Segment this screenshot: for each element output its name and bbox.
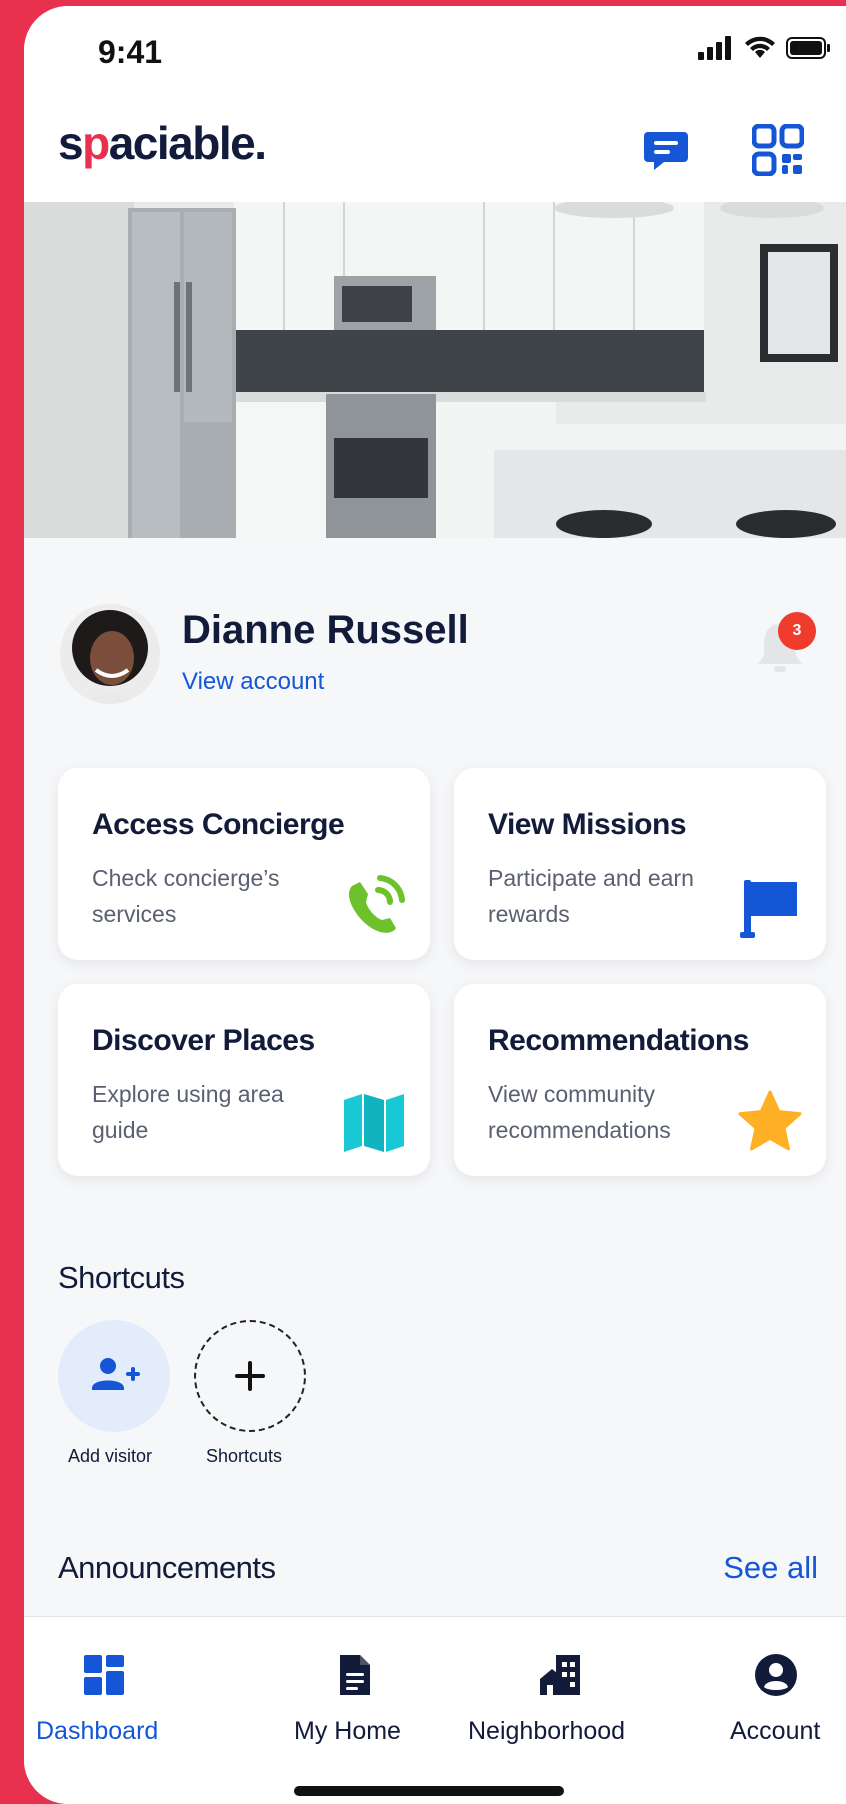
map-icon (344, 1094, 404, 1152)
status-bar: 9:41 (24, 6, 846, 96)
card-description: Check concierge’s services (92, 865, 280, 927)
card-discover-places[interactable]: Discover Places Explore using area guide (58, 984, 430, 1176)
flag-icon (740, 880, 797, 938)
card-title: View Missions (488, 808, 687, 841)
avatar[interactable] (60, 604, 160, 704)
building-icon (540, 1655, 580, 1695)
shortcut-label: Shortcuts (206, 1446, 283, 1466)
qr-code-icon[interactable] (752, 124, 804, 176)
card-description: Explore using area guide (92, 1081, 284, 1143)
phone-call-icon (349, 875, 405, 933)
user-name: Dianne Russell (182, 608, 469, 652)
logo-text: spaciable. (58, 117, 267, 169)
add-user-icon (92, 1358, 140, 1390)
app-logo: spaciable. (58, 116, 267, 170)
document-icon (340, 1655, 370, 1695)
card-title: Discover Places (92, 1024, 315, 1057)
shortcut-label: Add visitor (68, 1446, 153, 1466)
add-shortcut-button[interactable] (194, 1320, 306, 1432)
card-recommendations[interactable]: Recommendations View community recommend… (454, 984, 826, 1176)
nav-item-neighborhood[interactable]: Neighborhood (464, 1617, 664, 1745)
see-all-link[interactable]: See all (723, 1550, 818, 1586)
card-access-concierge[interactable]: Access Concierge Check concierge’s servi… (58, 768, 430, 960)
announcements-title: Announcements (58, 1550, 276, 1585)
profile-section: Dianne Russell View account 3 (24, 538, 846, 728)
dashboard-icon (84, 1655, 124, 1695)
nav-item-dashboard[interactable]: Dashboard (24, 1617, 184, 1745)
home-indicator (294, 1786, 564, 1796)
app-header: spaciable. (24, 96, 846, 202)
bottom-navigation: Dashboard My Home Neighborhood Account (24, 1616, 846, 1804)
nav-item-my-home[interactable]: My Home (264, 1617, 424, 1745)
nav-label: My Home (294, 1717, 401, 1745)
battery-icon (786, 37, 830, 59)
nav-label: Neighborhood (468, 1717, 626, 1745)
nav-label: Dashboard (36, 1717, 159, 1745)
card-description: Participate and earn rewards (488, 865, 694, 927)
plus-icon (235, 1361, 265, 1391)
wifi-icon (745, 36, 775, 58)
status-icons (698, 36, 832, 60)
chat-icon[interactable] (642, 126, 690, 174)
nav-item-account[interactable]: Account (704, 1617, 846, 1745)
view-account-link[interactable]: View account (182, 668, 324, 696)
shortcuts-title: Shortcuts (58, 1260, 185, 1295)
card-view-missions[interactable]: View Missions Participate and earn rewar… (454, 768, 826, 960)
add-visitor-button[interactable] (58, 1320, 170, 1432)
status-time: 9:41 (98, 34, 163, 70)
card-description: View community recommendations (488, 1081, 671, 1143)
notification-badge: 3 (778, 612, 816, 650)
signal-icon (698, 36, 731, 60)
card-title: Recommendations (488, 1024, 749, 1057)
hero-image (24, 202, 846, 538)
phone-screen: 9:41 spaciable. Dianne Russell View acco… (24, 6, 846, 1804)
nav-label: Account (730, 1717, 821, 1745)
card-title: Access Concierge (92, 808, 345, 841)
star-icon (738, 1090, 802, 1151)
account-icon (755, 1654, 797, 1696)
